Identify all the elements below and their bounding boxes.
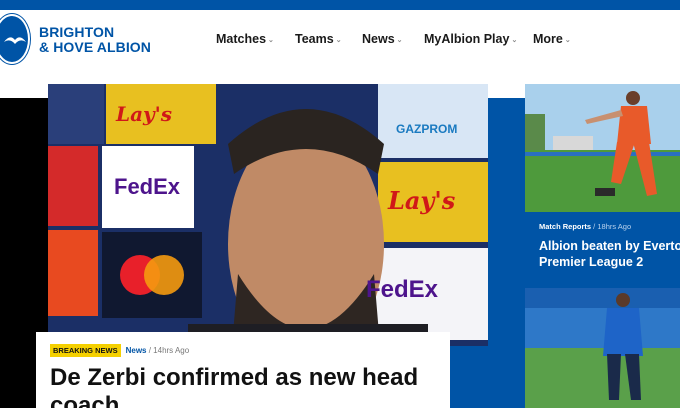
nav-item-matches[interactable]: Matches ⌄ [216, 32, 274, 46]
nav-item-myalbion-play[interactable]: MyAlbion Play ⌄ [424, 32, 517, 46]
sponsor-board-gazprom: GAZPROM [396, 122, 458, 136]
side-article-image-2[interactable] [525, 288, 680, 408]
sponsor-board-fedex-right: FedEx [366, 276, 439, 303]
nav-label: More [533, 32, 563, 46]
breaking-news-badge: BREAKING NEWS [50, 344, 121, 357]
side-article-title-1[interactable]: Albion beaten by Everto Premier League 2 [539, 238, 680, 270]
top-accent-bar [0, 0, 680, 10]
nav-label: News [362, 32, 395, 46]
chevron-down-icon: ⌄ [564, 37, 571, 44]
side-article-title-line2: Premier League 2 [539, 255, 644, 269]
chevron-down-icon: ⌄ [396, 37, 403, 44]
sponsor-board-lays-right: Lay's [388, 186, 456, 215]
nav-item-news[interactable]: News ⌄ [362, 32, 403, 46]
nav-label: Teams [295, 32, 334, 46]
player-standing-photo [525, 288, 680, 408]
club-name[interactable]: BRIGHTON & HOVE ALBION [39, 25, 151, 55]
club-name-line1: BRIGHTON [39, 24, 115, 40]
sponsor-board-fedex-left: FedEx [114, 174, 181, 199]
club-logo[interactable] [0, 14, 30, 64]
nav-label: MyAlbion Play [424, 32, 510, 46]
seagull-crest-icon [4, 37, 26, 44]
nav-label: Matches [216, 32, 267, 46]
hero-article-card[interactable]: BREAKING NEWS News / 14hrs Ago De Zerbi c… [36, 332, 450, 408]
nav-item-teams[interactable]: Teams ⌄ [295, 32, 342, 46]
article-headline[interactable]: De Zerbi confirmed as new head coach [50, 364, 450, 408]
sponsor-board-lays-top: Lay's [116, 102, 173, 126]
side-article-title-line1: Albion beaten by Everto [539, 239, 680, 253]
article-meta: BREAKING NEWS News / 14hrs Ago [50, 344, 190, 357]
chevron-down-icon: ⌄ [511, 37, 518, 44]
nav-item-more[interactable]: More ⌄ [533, 32, 571, 46]
side-article-meta-1: Match Reports / 18hrs Ago [539, 222, 631, 231]
article-category[interactable]: News [126, 346, 147, 355]
hero-article-image[interactable]: Lay's FedEx GAZPROM Lay's FedEx [48, 84, 488, 346]
club-name-line2: & HOVE ALBION [39, 39, 152, 55]
article-timestamp: 14hrs Ago [153, 346, 190, 355]
player-shooting-photo [525, 84, 680, 212]
side-article-category[interactable]: Match Reports [539, 222, 591, 231]
chevron-down-icon: ⌄ [268, 37, 274, 44]
side-article-timestamp: 18hrs Ago [597, 222, 632, 231]
chevron-down-icon: ⌄ [335, 37, 342, 44]
side-article-image-1[interactable] [525, 84, 680, 212]
site-header: BRIGHTON & HOVE ALBION Matches ⌄ Teams ⌄ N… [0, 10, 680, 68]
